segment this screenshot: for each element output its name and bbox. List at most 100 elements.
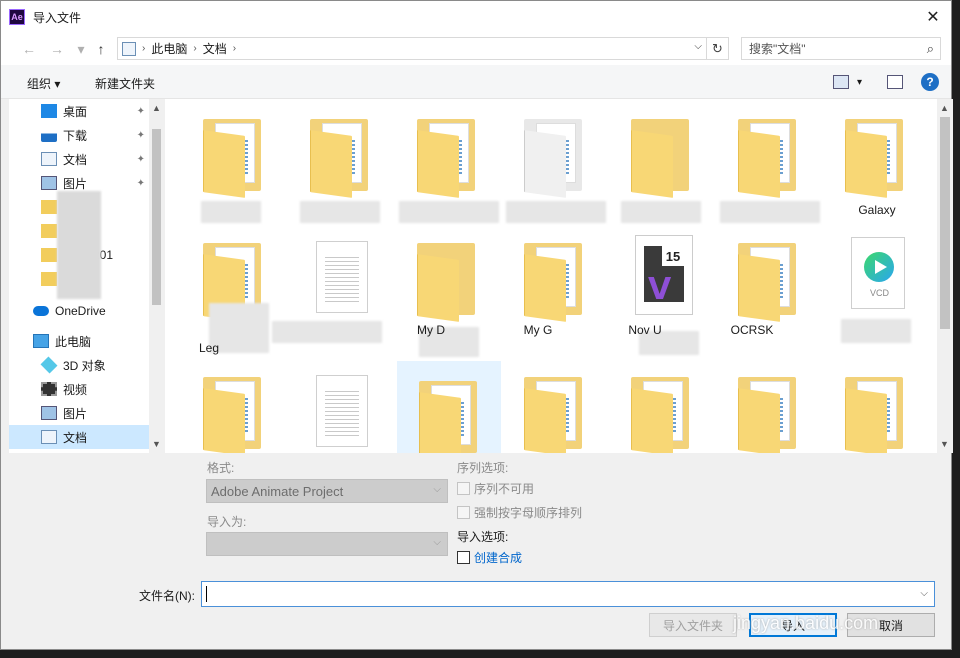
sidebar-item-label: 图片 xyxy=(63,406,88,421)
refresh-button[interactable]: ↻ xyxy=(707,37,729,60)
sidebar-item-this-pc[interactable]: 此电脑 xyxy=(9,329,149,353)
filename-input[interactable]: ⌵ xyxy=(201,581,935,607)
scroll-up-icon[interactable]: ▲ xyxy=(940,103,949,113)
format-select[interactable]: Adobe Animate Project ⌵ xyxy=(206,479,448,503)
checkbox-box[interactable] xyxy=(457,551,470,564)
file-item-folder[interactable]: Galaxy xyxy=(807,99,911,219)
document-location-icon xyxy=(122,41,136,56)
view-options-chevron-icon[interactable]: ▾ xyxy=(857,77,862,88)
file-label: My D xyxy=(417,323,445,337)
folder-front xyxy=(738,254,780,322)
file-label: Galaxy xyxy=(858,203,896,217)
sequence-checkbox[interactable]: 序列不可用 xyxy=(457,480,534,497)
folder-icon xyxy=(41,248,57,262)
onedrive-icon xyxy=(33,306,49,316)
import-as-select[interactable]: ⌵ xyxy=(206,532,448,556)
change-view-icon[interactable] xyxy=(833,75,849,89)
window-title: 导入文件 xyxy=(33,10,82,25)
help-icon[interactable]: ? xyxy=(921,73,939,91)
sidebar-scrollbar[interactable]: ▲ ▼ xyxy=(149,99,165,453)
back-button[interactable]: ← xyxy=(19,39,39,59)
sidebar-item-desktop[interactable]: 桌面 ✦ xyxy=(9,99,149,123)
up-button[interactable]: ↑ xyxy=(91,39,111,59)
sidebar-item-onedrive[interactable]: OneDrive xyxy=(9,299,149,323)
forward-button[interactable]: → xyxy=(47,39,67,59)
file-item-folder[interactable]: Leg xyxy=(165,223,269,355)
checkbox-box[interactable] xyxy=(457,482,470,495)
close-button[interactable]: ✕ xyxy=(923,7,943,27)
sidebar-item-videos[interactable]: 视频 xyxy=(9,377,149,401)
search-icon[interactable]: ⌕ xyxy=(927,41,934,57)
play-icon xyxy=(864,252,894,282)
scroll-up-icon[interactable]: ▲ xyxy=(152,103,161,113)
sidebar-item-3d-objects[interactable]: 3D 对象 xyxy=(9,353,149,377)
file-label: My G xyxy=(523,323,553,337)
file-item-folder[interactable] xyxy=(165,357,269,453)
document-icon xyxy=(41,152,57,166)
file-item-document[interactable] xyxy=(272,223,382,343)
file-item-media-player[interactable]: VCD xyxy=(807,223,911,343)
file-item-media-folder[interactable] xyxy=(486,99,606,223)
file-item-folder[interactable] xyxy=(379,99,499,223)
sidebar-item-label: 此电脑 xyxy=(55,334,92,349)
computer-icon xyxy=(33,334,49,348)
sidebar-item-downloads[interactable]: 下载 ✦ xyxy=(9,123,149,147)
sidebar-item-pictures[interactable]: 图片 xyxy=(9,401,149,425)
force-alphabetical-checkbox[interactable]: 强制按字母顺序排列 xyxy=(457,504,582,521)
file-item-folder[interactable] xyxy=(700,357,804,453)
address-dropdown-icon[interactable]: ⌵ xyxy=(694,41,702,52)
breadcrumb-this-pc[interactable]: 此电脑 xyxy=(151,40,187,57)
redacted-label xyxy=(621,201,701,223)
navigation-pane: 桌面 ✦ 下载 ✦ 文档 ✦ 图片 ✦ 201 OneDrive 此电脑 3D … xyxy=(9,99,149,453)
redacted-label xyxy=(841,319,911,343)
pin-icon: ✦ xyxy=(136,105,145,117)
search-input[interactable]: 搜索"文档" ⌕ xyxy=(741,37,941,60)
3d-objects-icon xyxy=(40,356,58,374)
folder-front xyxy=(203,130,245,198)
file-item-folder[interactable] xyxy=(165,99,269,223)
redacted-label xyxy=(506,201,606,223)
file-list-scrollbar[interactable]: ▲ ▼ xyxy=(937,99,953,453)
file-item-folder[interactable] xyxy=(272,99,380,223)
path-separator-icon[interactable]: › xyxy=(193,43,196,54)
breadcrumb-documents[interactable]: 文档 xyxy=(203,40,227,57)
vs-tile: 15 ᐯ xyxy=(644,246,684,306)
file-item-gear-document[interactable] xyxy=(272,357,376,453)
chevron-down-icon[interactable]: ⌵ xyxy=(920,588,928,599)
scroll-down-icon[interactable]: ▼ xyxy=(152,439,161,449)
sidebar-scroll-thumb[interactable] xyxy=(152,129,161,305)
watermark-text: jingyan.baidu.com xyxy=(733,613,879,633)
new-folder-button[interactable]: 新建文件夹 xyxy=(95,75,155,92)
download-icon xyxy=(41,128,57,142)
preview-pane-icon[interactable] xyxy=(887,75,903,89)
file-item-folder[interactable]: My G xyxy=(486,223,590,343)
after-effects-app-icon: Ae xyxy=(9,9,25,25)
sidebar-item-label: 3D 对象 xyxy=(63,358,106,373)
file-item-folder[interactable] xyxy=(486,357,590,453)
import-options-panel: 格式: Adobe Animate Project ⌵ 导入为: ⌵ 序列选项:… xyxy=(1,453,951,573)
import-folder-button[interactable]: 导入文件夹 xyxy=(649,613,737,637)
file-item-folder[interactable] xyxy=(807,357,911,453)
file-item-visual-studio[interactable]: 15 ᐯ Nov U xyxy=(593,223,699,355)
folder-icon xyxy=(41,272,57,286)
file-item-empty-folder[interactable]: My D xyxy=(379,223,483,357)
scroll-down-icon[interactable]: ▼ xyxy=(940,439,949,449)
folder-front xyxy=(524,254,566,322)
settings-file-icon xyxy=(316,375,368,447)
address-bar[interactable]: › 此电脑 › 文档 › ⌵ xyxy=(117,37,707,60)
file-item-folder[interactable] xyxy=(593,357,697,453)
file-item-empty-folder[interactable] xyxy=(593,99,701,223)
file-item-folder[interactable] xyxy=(700,99,820,223)
create-composition-checkbox[interactable]: 创建合成 xyxy=(457,549,522,566)
recent-locations-chevron-icon[interactable]: ▾ xyxy=(71,39,91,59)
checkbox-box[interactable] xyxy=(457,506,470,519)
path-separator-icon[interactable]: › xyxy=(142,43,145,54)
sidebar-item-documents-quick[interactable]: 文档 ✦ xyxy=(9,147,149,171)
organize-button[interactable]: 组织 ▾ xyxy=(27,75,60,92)
folder-icon xyxy=(41,224,57,238)
sidebar-item-documents[interactable]: 文档 xyxy=(9,425,149,449)
file-item-folder[interactable]: OCRSK xyxy=(700,223,804,343)
file-list-scroll-thumb[interactable] xyxy=(940,117,950,329)
path-separator-icon[interactable]: › xyxy=(233,43,236,54)
visual-studio-icon: 15 ᐯ xyxy=(635,235,693,315)
